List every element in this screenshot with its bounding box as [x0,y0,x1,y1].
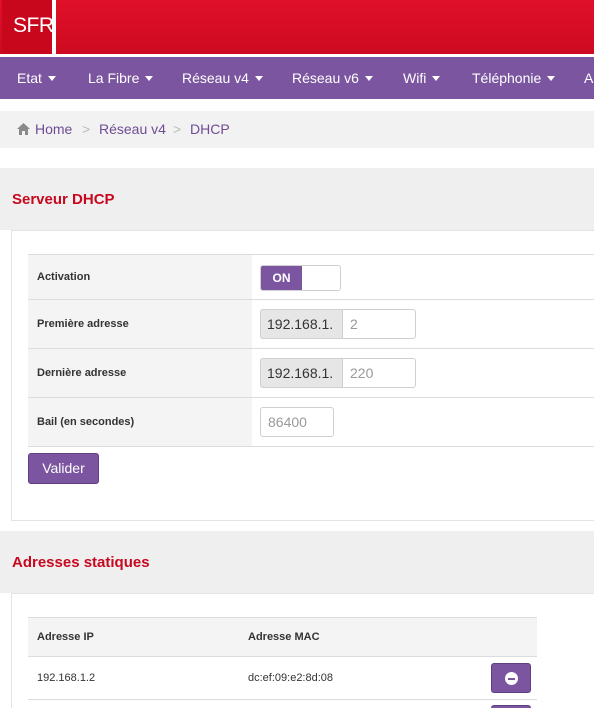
static-mac-cell: dc:ef:09:e2:8d:08 [248,672,334,684]
activation-label: Activation [28,255,252,299]
header-bar: SFR [0,0,594,56]
nav-item-label: A [584,70,594,86]
static-table-header: Adresse IP Adresse MAC [28,617,537,657]
validate-button[interactable]: Valider [28,453,99,484]
nav-item-label: Réseau v4 [182,70,249,86]
column-header-mac: Adresse MAC [248,631,320,643]
breadcrumb-separator: > [173,121,182,137]
remove-button[interactable] [491,663,531,693]
nav-item-reseau-v6[interactable]: Réseau v6 [292,57,373,99]
static-section-header: Adresses statiques [0,531,594,593]
nav-item-wifi[interactable]: Wifi [403,57,441,99]
main-nav: Etat La Fibre Réseau v4 Réseau v6 Wifi T… [0,57,594,99]
caret-down-icon [547,76,556,81]
lease-row: Bail (en secondes) 86400 [28,398,594,447]
breadcrumb-reseau-v4-link[interactable]: Réseau v4 [99,111,166,148]
last-address-prefix: 192.168.1. [260,358,343,388]
dhcp-form-table: Activation ON Première adresse 192.168.1… [28,254,594,447]
lease-label: Bail (en secondes) [28,398,252,446]
toggle-on-label: ON [261,266,302,290]
breadcrumb-home-link[interactable]: Home [35,111,72,148]
nav-item-label: Wifi [403,70,427,86]
dhcp-section-title: Serveur DHCP [12,191,115,208]
nav-item-reseau-v4[interactable]: Réseau v4 [182,57,263,99]
caret-down-icon [145,76,154,81]
first-address-prefix: 192.168.1. [260,309,343,339]
minus-circle-icon [505,672,518,685]
static-section-title: Adresses statiques [12,554,150,571]
first-address-input[interactable]: 2 [342,309,416,339]
lease-input[interactable]: 86400 [260,407,334,437]
activation-row: Activation ON [28,255,594,300]
column-header-ip: Adresse IP [37,631,94,643]
last-address-row: Dernière adresse 192.168.1. 220 [28,349,594,398]
nav-item-truncated[interactable]: A [584,57,593,99]
breadcrumb-separator: > [82,121,91,137]
last-address-label: Dernière adresse [28,349,252,397]
caret-down-icon [47,76,56,81]
nav-item-telephonie[interactable]: Téléphonie [472,57,556,99]
nav-item-la-fibre[interactable]: La Fibre [88,57,154,99]
caret-down-icon [364,76,373,81]
nav-item-label: Réseau v6 [292,70,359,86]
nav-item-label: Etat [17,70,42,86]
sfr-logo[interactable]: SFR [2,0,56,54]
first-address-row: Première adresse 192.168.1. 2 [28,300,594,349]
activation-toggle[interactable]: ON [260,265,341,291]
home-icon [17,123,30,135]
dhcp-section-header: Serveur DHCP [0,168,594,230]
table-row: 192.168.1.2 dc:ef:09:e2:8d:08 [28,657,537,700]
static-ip-cell: 192.168.1.2 [37,672,96,684]
nav-item-label: La Fibre [88,70,140,86]
caret-down-icon [432,76,441,81]
nav-item-label: Téléphonie [472,70,542,86]
first-address-label: Première adresse [28,300,252,348]
breadcrumb-current: DHCP [190,121,230,137]
logo-text: SFR [13,14,54,37]
breadcrumb: Home > Réseau v4 > DHCP [0,111,594,148]
last-address-input[interactable]: 220 [342,358,416,388]
caret-down-icon [254,76,263,81]
nav-item-etat[interactable]: Etat [17,57,56,99]
